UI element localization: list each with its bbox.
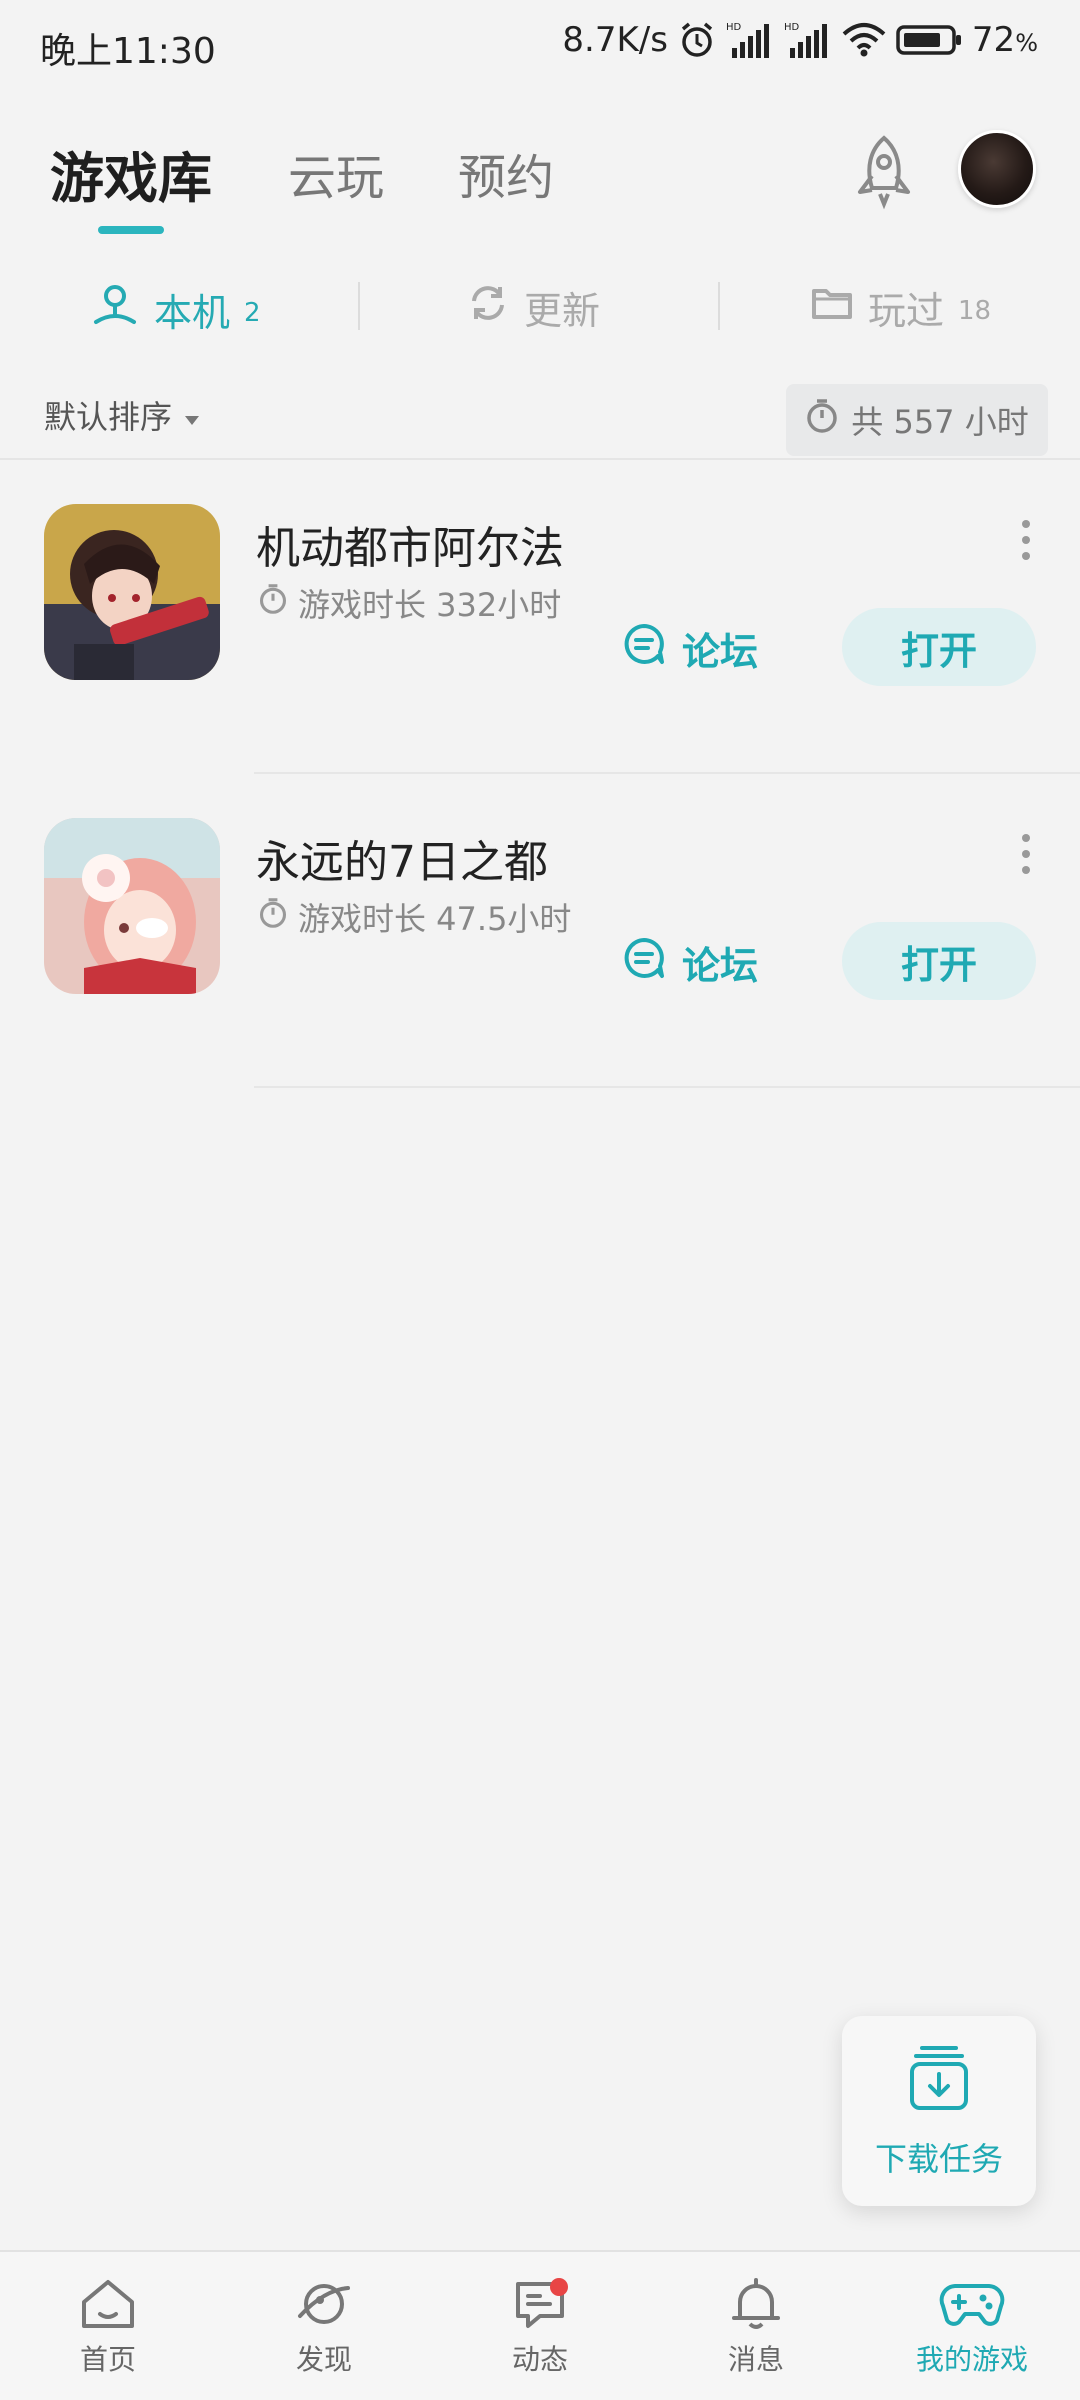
- nav-feed-label: 动态: [511, 2343, 568, 2376]
- more-options-icon[interactable]: [1020, 834, 1032, 874]
- sort-label: 默认排序: [44, 398, 173, 436]
- nav-messages[interactable]: 消息: [676, 2276, 836, 2378]
- svg-text:HD: HD: [784, 22, 800, 33]
- subtab-played-count: 18: [958, 295, 992, 326]
- nav-discover[interactable]: 发现: [244, 2276, 404, 2378]
- battery-icon: [896, 24, 962, 56]
- subtab-played-label: 玩过: [868, 289, 945, 333]
- subtab-local[interactable]: 本机 2: [90, 280, 261, 339]
- game-playtime-text: 游戏时长 47.5小时: [298, 900, 572, 938]
- caret-down-icon: [184, 396, 200, 434]
- timer-icon: [258, 583, 288, 623]
- game-playtime: 游戏时长 47.5小时: [258, 894, 571, 940]
- battery-percent: 72%: [972, 20, 1038, 60]
- more-options-icon[interactable]: [1020, 520, 1032, 560]
- home-icon: [28, 2276, 188, 2332]
- refresh-icon: [466, 281, 510, 334]
- divider: [358, 282, 360, 330]
- tab-game-library[interactable]: 游戏库: [50, 134, 212, 213]
- nav-my-games[interactable]: 我的游戏: [892, 2276, 1052, 2378]
- forum-button[interactable]: 论坛: [622, 924, 758, 1000]
- nav-messages-label: 消息: [727, 2343, 784, 2376]
- timer-icon: [258, 897, 288, 937]
- download-tasks-button[interactable]: 下载任务: [842, 2016, 1036, 2206]
- subtab-local-count: 2: [244, 297, 261, 328]
- status-time: 晚上11:30: [40, 31, 216, 72]
- total-playtime-text: 共 557 小时: [851, 403, 1029, 441]
- list-item[interactable]: 机动都市阿尔法 游戏时长 332小时 论坛 打开: [0, 460, 1080, 774]
- divider: [718, 282, 720, 330]
- game-playtime: 游戏时长 332小时: [258, 580, 561, 626]
- subtab-played[interactable]: 玩过 18: [810, 280, 991, 335]
- nav-home-label: 首页: [79, 2343, 136, 2376]
- forum-label: 论坛: [682, 629, 759, 674]
- timer-icon: [805, 398, 839, 442]
- gamepad-icon: [892, 2276, 1052, 2332]
- feed-chat-icon: [460, 2276, 620, 2332]
- rocket-icon[interactable]: [848, 132, 920, 216]
- forum-chat-icon: [622, 622, 666, 675]
- sort-dropdown[interactable]: 默认排序: [44, 392, 200, 438]
- active-tab-indicator: [98, 226, 164, 234]
- local-device-icon: [90, 280, 140, 339]
- game-name: 机动都市阿尔法: [256, 523, 564, 574]
- battery-value: 72: [971, 20, 1016, 60]
- download-tasks-label: 下载任务: [874, 2140, 1003, 2178]
- list-item[interactable]: 永远的7日之都 游戏时长 47.5小时 论坛 打开: [0, 774, 1080, 1088]
- forum-label: 论坛: [682, 943, 759, 988]
- battery-suffix: %: [1015, 29, 1038, 57]
- divider: [254, 1086, 1080, 1088]
- game-icon[interactable]: [44, 504, 220, 680]
- notification-badge: [550, 2278, 568, 2296]
- subtab-local-label: 本机: [154, 291, 231, 335]
- subtab-update-label: 更新: [524, 289, 601, 333]
- forum-button[interactable]: 论坛: [622, 610, 758, 686]
- hd-signal-icon: HD: [726, 20, 774, 60]
- bell-icon: [676, 2276, 836, 2332]
- discover-planet-icon: [244, 2276, 404, 2332]
- net-speed: 8.7K/s: [562, 20, 668, 60]
- nav-my-games-label: 我的游戏: [915, 2343, 1028, 2376]
- open-game-button[interactable]: 打开: [842, 608, 1036, 686]
- subtab-update[interactable]: 更新: [466, 280, 600, 335]
- avatar[interactable]: [958, 130, 1036, 208]
- game-playtime-text: 游戏时长 332小时: [298, 586, 562, 624]
- tab-cloud-play[interactable]: 云玩: [288, 138, 384, 208]
- total-playtime: 共 557 小时: [786, 384, 1048, 456]
- download-tray-icon: [908, 2044, 970, 2118]
- bottom-nav: 首页 发现 动态 消息 我的游戏: [0, 2250, 1080, 2400]
- nav-discover-label: 发现: [295, 2343, 352, 2376]
- svg-text:HD: HD: [726, 22, 742, 33]
- folder-icon: [810, 283, 854, 332]
- game-icon[interactable]: [44, 818, 220, 994]
- status-bar: 晚上11:30 8.7K/s HD HD 72%: [0, 0, 1080, 90]
- nav-feed[interactable]: 动态: [460, 2276, 620, 2378]
- tab-reservation[interactable]: 预约: [458, 138, 554, 208]
- forum-chat-icon: [622, 936, 666, 989]
- hd-signal-icon: HD: [784, 20, 832, 60]
- alarm-icon: [678, 21, 716, 59]
- game-name: 永远的7日之都: [256, 837, 548, 888]
- open-game-button[interactable]: 打开: [842, 922, 1036, 1000]
- wifi-icon: [842, 22, 886, 58]
- nav-home[interactable]: 首页: [28, 2276, 188, 2378]
